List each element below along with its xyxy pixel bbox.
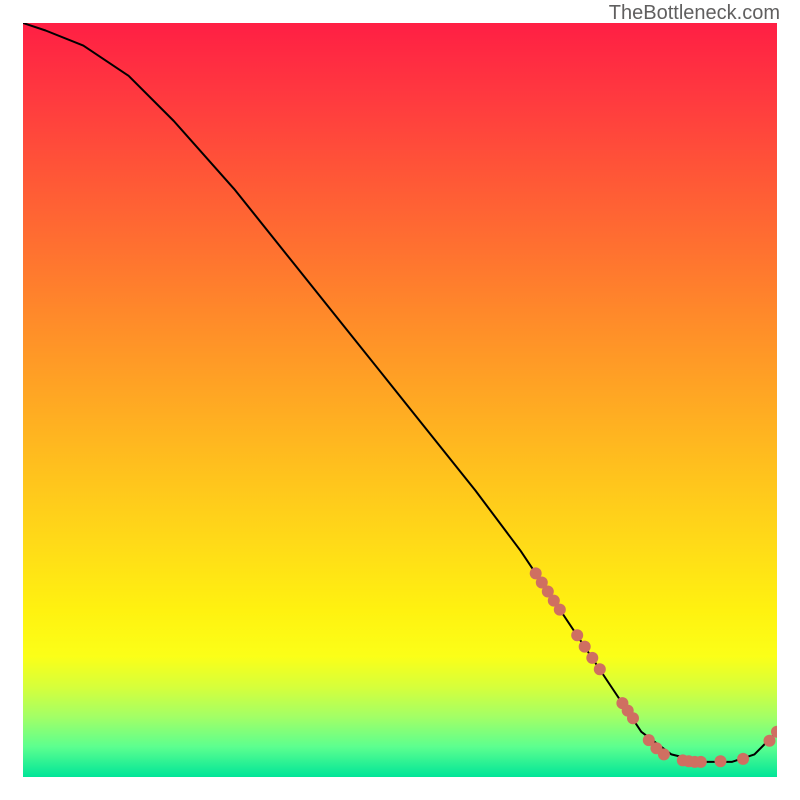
gradient-background xyxy=(23,23,777,777)
data-marker xyxy=(554,604,566,616)
data-marker xyxy=(586,652,598,664)
frame-right xyxy=(777,0,800,800)
data-marker xyxy=(737,753,749,765)
data-marker xyxy=(571,629,583,641)
data-marker xyxy=(594,663,606,675)
data-marker xyxy=(579,641,591,653)
frame-bottom xyxy=(0,777,800,800)
frame-left xyxy=(0,0,23,800)
data-marker xyxy=(695,756,707,768)
data-marker xyxy=(658,748,670,760)
data-marker xyxy=(627,712,639,724)
chart-stage: TheBottleneck.com xyxy=(0,0,800,800)
plot-area xyxy=(23,23,777,777)
chart-svg xyxy=(23,23,777,777)
data-marker xyxy=(715,755,727,767)
watermark-text: TheBottleneck.com xyxy=(609,2,780,25)
